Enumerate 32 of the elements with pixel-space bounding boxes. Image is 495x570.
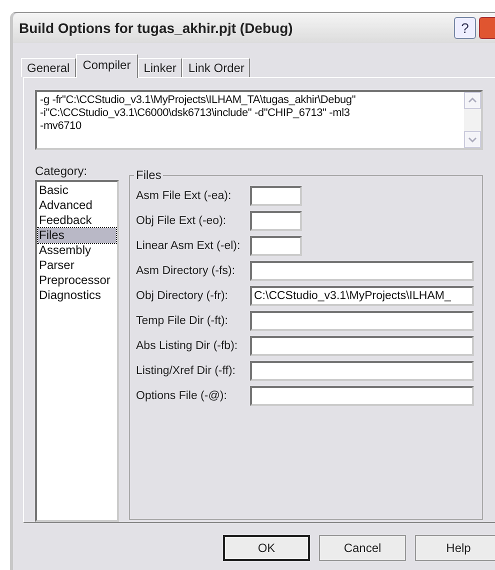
field-label: Asm File Ext (-ea): [136,190,232,202]
command-line-text: -i"C:\CCStudio_v3.1\C6000\dsk6713\include" -d"CHIP_6713" -ml3 [40,107,350,120]
tab[interactable]: General [21,58,76,77]
category-item[interactable]: Feedback [38,213,116,228]
dialog-button[interactable]: OK [223,535,310,561]
field-label: Linear Asm Ext (-el): [136,240,242,252]
command-line-text: -g -fr"C:\CCStudio_v3.1\MyProjects\ILHAM_TA\tugas_akhir\Debug" [40,94,356,107]
tab[interactable]: Linker [138,58,182,77]
field-label: Options File (-@): [136,390,228,402]
category-item[interactable]: Files [38,228,116,243]
field-label: Asm Directory (-fs): [136,265,236,277]
category-item[interactable]: Basic [38,183,116,198]
group-title: Files [135,168,162,182]
field-label: Obj Directory (-fr): [136,290,229,302]
field-label: Abs Listing Dir (-fb): [136,340,239,352]
input-field[interactable]: C:\CCStudio_v3.1\MyProjects\ILHAM_ [250,286,474,306]
field-label: Temp File Dir (-ft): [136,315,229,327]
dialog-button[interactable]: Cancel [319,535,406,561]
field-label: Listing/Xref Dir (-ff): [136,365,236,377]
tab[interactable]: Compiler [76,54,138,78]
category-item[interactable]: Parser [38,258,116,273]
category-item[interactable]: Diagnostics [38,288,116,303]
field-label: Obj File Ext (-eo): [136,215,228,227]
category-label: Category: [35,164,88,178]
category-item[interactable]: Advanced [38,198,116,213]
command-line-text: -mv6710 [40,120,82,133]
dialog-button[interactable]: Help [415,535,495,561]
category-item[interactable]: Preprocessor [38,273,116,288]
category-item[interactable]: Assembly [38,243,116,258]
help-button[interactable]: ? [454,17,476,39]
window-title: Build Options for tugas_akhir.pjt (Debug) [19,20,294,36]
tab[interactable]: Link Order [182,58,250,77]
